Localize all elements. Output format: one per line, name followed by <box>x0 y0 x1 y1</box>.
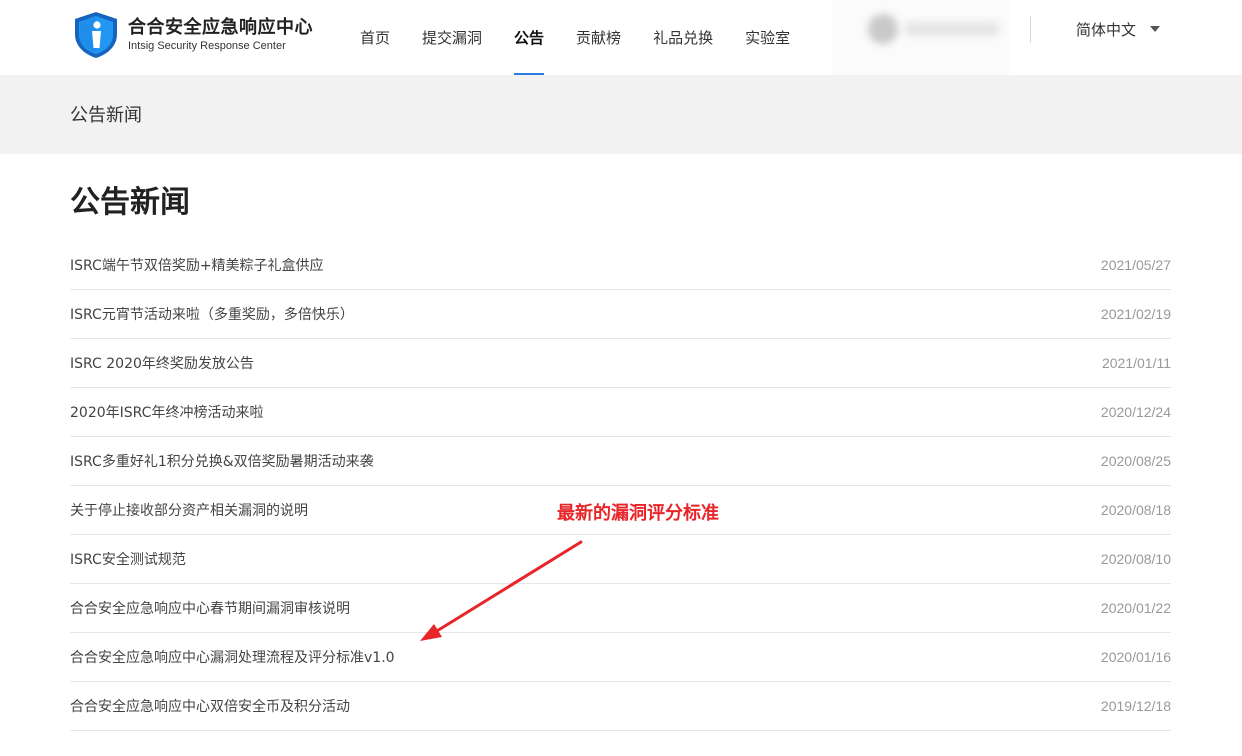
annotation-label: 最新的漏洞评分标准 <box>557 503 719 524</box>
news-title[interactable]: 合合安全应急响应中心双倍安全币及积分活动 <box>70 696 350 716</box>
news-title[interactable]: ISRC端午节双倍奖励+精美粽子礼盒供应 <box>70 255 324 275</box>
news-item[interactable]: ISRC安全测试规范 2020/08/10 <box>70 535 1171 584</box>
news-date: 2021/02/19 <box>1100 306 1171 322</box>
news-item[interactable]: ISRC 2020年终奖励发放公告 2021/01/11 <box>70 339 1171 388</box>
banner-title: 公告新闻 <box>70 105 142 126</box>
nav-lab[interactable]: 实验室 <box>729 0 806 75</box>
news-item[interactable]: 合合安全应急响应中心春节期间漏洞审核说明 2020/01/22 <box>70 584 1171 633</box>
nav-home[interactable]: 首页 <box>344 0 406 75</box>
news-item[interactable]: 2020年ISRC年终冲榜活动来啦 2020/12/24 <box>70 388 1171 437</box>
news-title[interactable]: 2020年ISRC年终冲榜活动来啦 <box>70 402 263 422</box>
news-date: 2020/01/16 <box>1100 649 1171 665</box>
site-logo[interactable]: 合合安全应急响应中心 Intsig Security Response Cent… <box>70 10 313 60</box>
news-date: 2020/12/24 <box>1100 404 1171 420</box>
news-title[interactable]: ISRC安全测试规范 <box>70 549 186 569</box>
page-title: 公告新闻 <box>70 185 190 220</box>
header-divider <box>1030 16 1031 43</box>
news-date: 2020/08/10 <box>1100 551 1171 567</box>
news-list: ISRC端午节双倍奖励+精美粽子礼盒供应 2021/05/27 ISRC元宵节活… <box>70 241 1171 731</box>
page-banner: 公告新闻 <box>0 75 1242 154</box>
nav-announcements[interactable]: 公告 <box>498 0 560 75</box>
news-item[interactable]: ISRC元宵节活动来啦（多重奖励，多倍快乐） 2021/02/19 <box>70 290 1171 339</box>
nav-leaderboard[interactable]: 贡献榜 <box>560 0 637 75</box>
news-date: 2020/08/25 <box>1100 453 1171 469</box>
news-title[interactable]: 合合安全应急响应中心漏洞处理流程及评分标准v1.0 <box>70 647 395 667</box>
logo-title: 合合安全应急响应中心 <box>128 17 313 38</box>
nav-submit-vulnerability[interactable]: 提交漏洞 <box>406 0 498 75</box>
news-title[interactable]: 合合安全应急响应中心春节期间漏洞审核说明 <box>70 598 350 618</box>
language-selector[interactable]: 简体中文 <box>1076 17 1161 41</box>
nav-gift-exchange[interactable]: 礼品兑换 <box>637 0 729 75</box>
news-item[interactable]: 合合安全应急响应中心漏洞处理流程及评分标准v1.0 2020/01/16 <box>70 633 1171 682</box>
site-header: 合合安全应急响应中心 Intsig Security Response Cent… <box>0 0 1242 84</box>
news-date: 2020/08/18 <box>1100 502 1171 518</box>
news-date: 2021/05/27 <box>1100 257 1171 273</box>
news-date: 2021/01/11 <box>1101 355 1171 371</box>
logo-subtitle: Intsig Security Response Center <box>128 40 286 52</box>
language-label: 简体中文 <box>1076 20 1137 39</box>
news-title[interactable]: ISRC 2020年终奖励发放公告 <box>70 353 254 373</box>
news-date: 2020/01/22 <box>1100 600 1171 616</box>
news-title[interactable]: 关于停止接收部分资产相关漏洞的说明 <box>70 500 308 520</box>
caret-down-icon <box>1150 26 1161 32</box>
news-title[interactable]: ISRC元宵节活动来啦（多重奖励，多倍快乐） <box>70 304 354 324</box>
avatar <box>868 14 898 44</box>
news-item[interactable]: ISRC端午节双倍奖励+精美粽子礼盒供应 2021/05/27 <box>70 241 1171 290</box>
news-item[interactable]: 合合安全应急响应中心双倍安全币及积分活动 2019/12/18 <box>70 682 1171 731</box>
news-title[interactable]: ISRC多重好礼1积分兑换&双倍奖励暑期活动来袭 <box>70 451 374 471</box>
main-nav: 首页 提交漏洞 公告 贡献榜 礼品兑换 实验室 <box>344 0 806 75</box>
news-item[interactable]: ISRC多重好礼1积分兑换&双倍奖励暑期活动来袭 2020/08/25 <box>70 437 1171 486</box>
user-menu-blurred[interactable] <box>832 0 1010 84</box>
username-blurred <box>904 22 1000 36</box>
news-date: 2019/12/18 <box>1100 698 1171 714</box>
shield-logo-icon <box>75 12 117 58</box>
